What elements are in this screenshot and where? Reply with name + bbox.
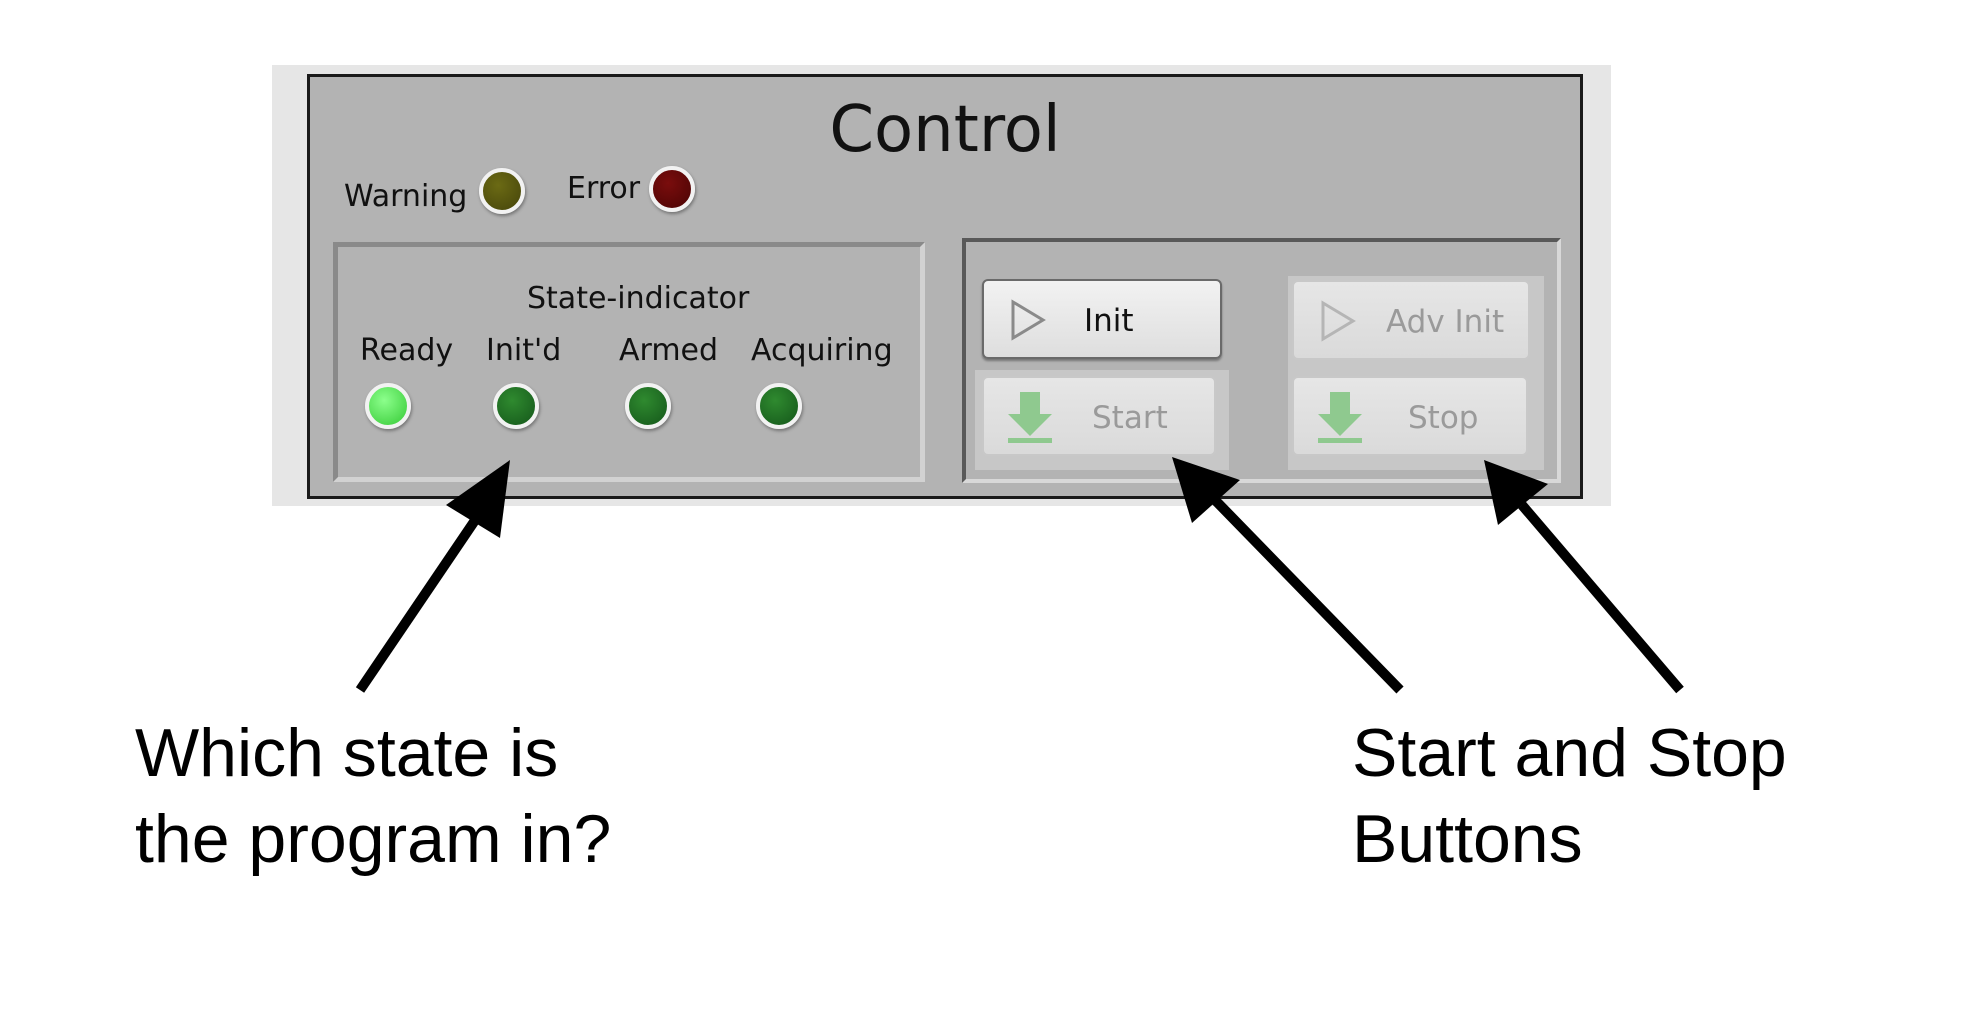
callout-start-stop: Start and Stop Buttons — [1352, 710, 1787, 882]
callout-state-line2: the program in? — [135, 801, 612, 877]
arrow-to-start-button — [1172, 457, 1404, 694]
callout-start-stop-line2: Buttons — [1352, 801, 1583, 877]
callout-state-line1: Which state is — [135, 715, 559, 791]
arrow-to-stop-button — [1484, 460, 1684, 694]
callout-start-stop-line1: Start and Stop — [1352, 715, 1787, 791]
arrow-to-state-indicator — [355, 460, 510, 693]
callout-state-question: Which state is the program in? — [135, 710, 611, 882]
